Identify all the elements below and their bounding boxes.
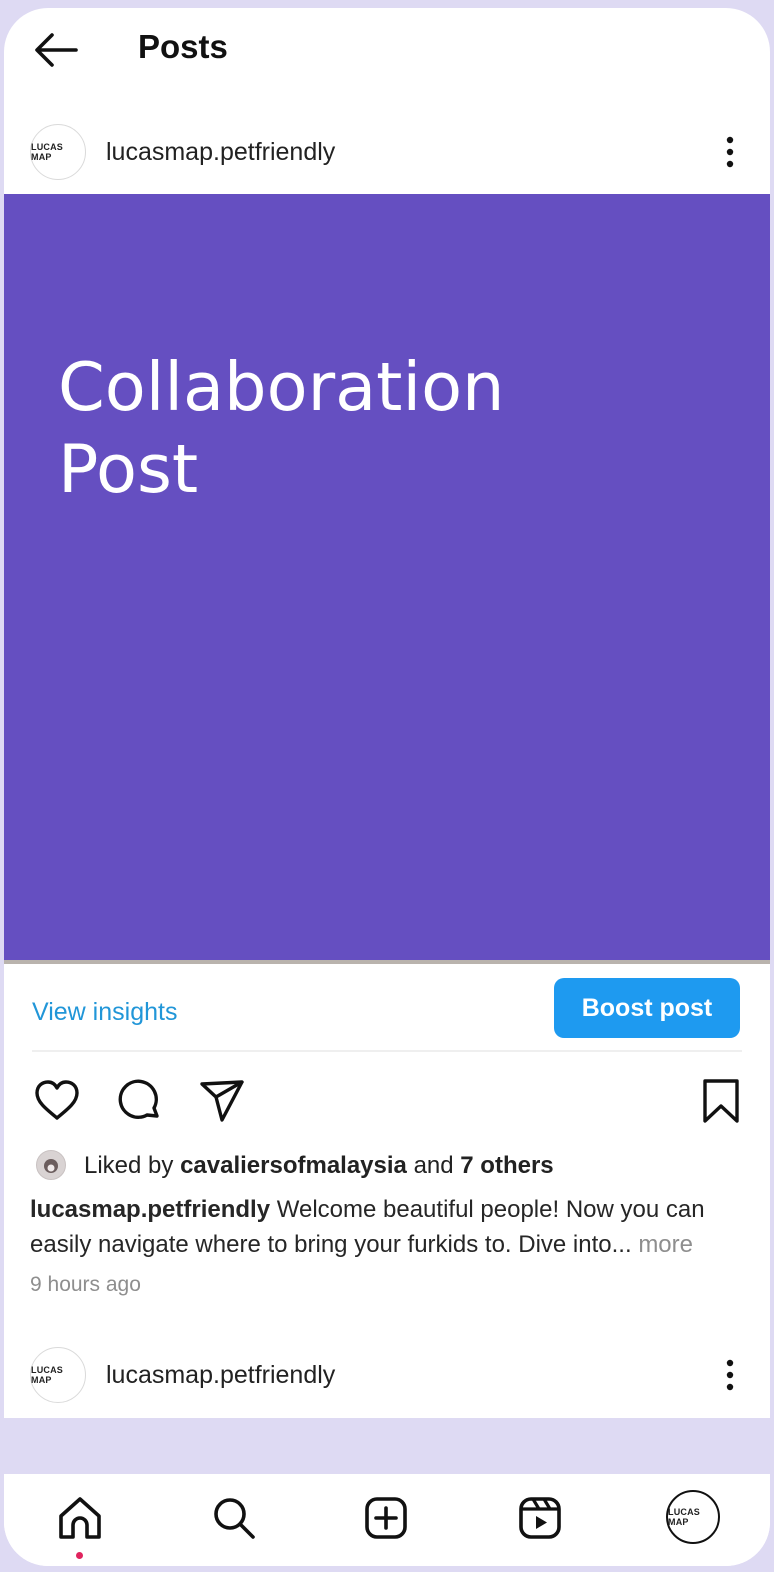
comment-icon — [118, 1079, 159, 1119]
post-image[interactable]: Collaboration Post — [4, 194, 770, 960]
next-post-avatar[interactable]: LUCAS MAP — [30, 1347, 86, 1403]
image-edge-strip — [4, 960, 770, 964]
caption-more-link[interactable]: more — [638, 1231, 693, 1258]
avatar-logo: LUCAS MAP — [31, 142, 63, 162]
search-icon — [214, 1498, 255, 1539]
nav-create[interactable] — [360, 1492, 412, 1544]
arrow-left-icon — [35, 33, 78, 67]
next-post-image-peek — [4, 1418, 770, 1474]
next-post-username[interactable]: lucasmap.petfriendly — [106, 1361, 335, 1390]
liked-user-avatar[interactable] — [36, 1150, 66, 1180]
back-button[interactable] — [32, 30, 80, 70]
phone-screen: Posts LUCAS MAP lucasmap.petfriendly Col… — [4, 8, 770, 1566]
share-icon — [200, 1080, 244, 1122]
divider — [32, 1050, 742, 1052]
view-insights-link[interactable]: View insights — [32, 998, 177, 1027]
like-button[interactable] — [32, 1076, 82, 1126]
nav-home[interactable] — [54, 1492, 106, 1544]
post-timestamp: 9 hours ago — [30, 1273, 141, 1296]
avatar-logo: LUCAS MAP — [668, 1507, 700, 1527]
liked-and: and — [413, 1152, 454, 1179]
dog-avatar-icon — [44, 1159, 58, 1173]
boost-post-button[interactable]: Boost post — [554, 978, 740, 1038]
post-image-text: Collaboration Post — [58, 348, 505, 508]
caption-username[interactable]: lucasmap.petfriendly — [30, 1196, 270, 1223]
reels-icon — [519, 1497, 561, 1539]
more-vertical-icon — [726, 136, 734, 168]
more-vertical-icon — [726, 1359, 734, 1391]
comment-button[interactable] — [114, 1076, 164, 1126]
post-options-button[interactable] — [712, 130, 748, 174]
nav-profile-avatar[interactable]: LUCAS MAP — [666, 1490, 720, 1544]
notification-dot — [76, 1552, 83, 1559]
top-bar: Posts — [4, 8, 770, 98]
share-button[interactable] — [198, 1076, 248, 1126]
post-username[interactable]: lucasmap.petfriendly — [106, 138, 335, 167]
nav-search[interactable] — [208, 1492, 260, 1544]
next-post-header: LUCAS MAP lucasmap.petfriendly — [4, 1339, 770, 1411]
avatar-logo: LUCAS MAP — [31, 1365, 63, 1385]
home-icon — [59, 1497, 101, 1539]
create-icon — [365, 1497, 407, 1539]
nav-reels[interactable] — [514, 1492, 566, 1544]
post-avatar[interactable]: LUCAS MAP — [30, 124, 86, 180]
post-caption: lucasmap.petfriendly Welcome beautiful p… — [30, 1192, 746, 1262]
liked-by-row: Liked by cavaliersofmalaysia and 7 other… — [32, 1146, 752, 1186]
save-button[interactable] — [696, 1076, 746, 1126]
liked-by-text: Liked by cavaliersofmalaysia and 7 other… — [84, 1152, 554, 1180]
heart-icon — [35, 1080, 79, 1120]
insights-row: View insights Boost post — [4, 974, 770, 1050]
liked-prefix: Liked by — [84, 1152, 174, 1179]
liked-user-link[interactable]: cavaliersofmalaysia — [180, 1152, 407, 1179]
bookmark-icon — [703, 1079, 739, 1123]
post-header: LUCAS MAP lucasmap.petfriendly — [4, 116, 770, 188]
next-post-options-button[interactable] — [712, 1353, 748, 1397]
liked-others-link[interactable]: 7 others — [460, 1152, 553, 1179]
page-title: Posts — [138, 28, 228, 65]
bottom-nav: LUCAS MAP — [4, 1474, 770, 1566]
